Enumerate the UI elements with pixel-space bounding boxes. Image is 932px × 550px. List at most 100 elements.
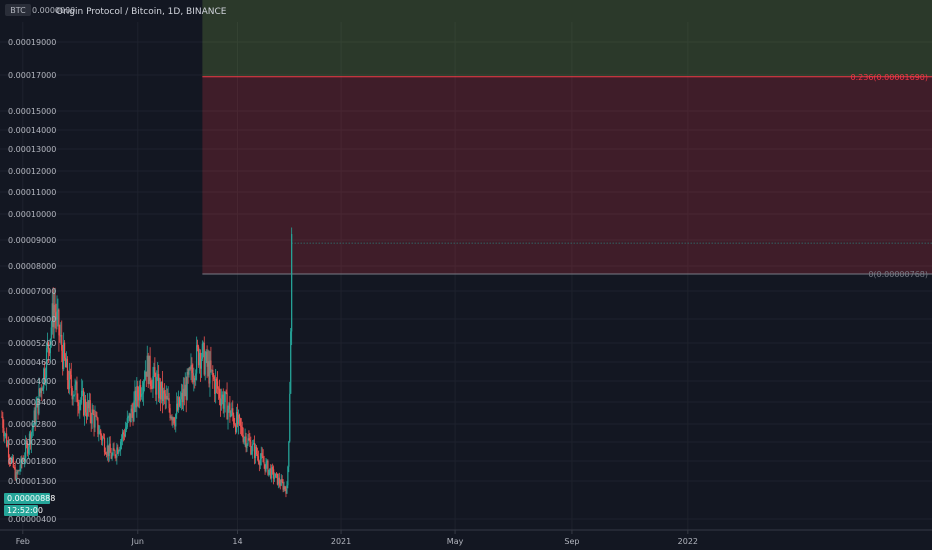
fib-band: [202, 76, 932, 274]
x-tick-label: Sep: [564, 537, 579, 546]
candle-body: [239, 418, 241, 426]
y-tick-label: 0.00001800: [8, 457, 56, 466]
candle-body: [19, 468, 21, 471]
candle-body: [61, 334, 63, 351]
candle-body: [111, 455, 113, 459]
chart-canvas[interactable]: 4.236(0.00017314)3.618(0.00014938)2.618(…: [0, 0, 932, 550]
y-tick-label: 0.00014000: [8, 126, 56, 135]
y-tick-label: 0.00015000: [8, 107, 56, 116]
candle-body: [126, 418, 128, 427]
currency-badge-label: BTC: [10, 6, 26, 15]
y-tick-label: 0.00000400: [8, 515, 56, 524]
candle-body: [74, 384, 76, 395]
candle-body: [69, 371, 71, 375]
candle-body: [27, 446, 30, 454]
candle-body: [248, 438, 250, 441]
candle-body: [255, 446, 258, 455]
candle-body: [223, 402, 225, 409]
candle-body: [98, 433, 100, 435]
y-tick-label: 0.00007000: [8, 287, 56, 296]
candle-body: [212, 369, 214, 377]
fib-level-label: 0(0.00000768): [868, 270, 928, 279]
candle-body: [197, 345, 199, 347]
candle-body: [216, 378, 218, 382]
candle-body: [163, 390, 165, 394]
price-badge-value: 0.00000888: [7, 494, 55, 503]
candle-body: [156, 377, 158, 395]
y-tick-label: 0.00006000: [8, 315, 56, 324]
candle-body: [118, 450, 120, 454]
candle-body: [262, 456, 264, 463]
candle-body: [201, 343, 203, 359]
candle-body: [259, 458, 261, 466]
candle-body: [149, 355, 151, 381]
candle-body: [66, 358, 69, 381]
candle-body: [220, 398, 222, 406]
candle-body: [265, 462, 267, 472]
candle-body: [58, 309, 60, 336]
y-tick-label: 0.00009000: [8, 236, 56, 245]
y-tick-label: 0.00004000: [8, 377, 56, 386]
candle-body: [137, 385, 139, 397]
candle-body: [119, 449, 121, 451]
candle-body: [127, 416, 129, 419]
candle-body: [281, 479, 283, 483]
x-tick-label: 2022: [678, 537, 698, 546]
candle-body: [200, 358, 203, 369]
candle-body: [213, 376, 215, 380]
candle-body: [169, 408, 171, 419]
candle-body: [143, 379, 146, 383]
candle-body: [104, 452, 107, 454]
y-tick-label: 0.00004600: [8, 358, 56, 367]
candle-body: [251, 451, 253, 455]
candle-body: [246, 444, 248, 448]
candle-body: [125, 426, 127, 430]
x-axis: Feb Jun 14 2021 May Sep 2022: [16, 530, 698, 546]
candle-body: [73, 394, 75, 396]
candle-body: [77, 401, 79, 407]
candle-body: [241, 426, 243, 436]
y-axis: 0.00019000 0.00017000 0.00015000 0.00014000…: [8, 38, 56, 524]
y-tick-label: 0.00019000: [8, 38, 56, 47]
candle-body: [249, 440, 251, 442]
candle-body: [31, 428, 33, 433]
y-tick-label: 0.00005200: [8, 339, 56, 348]
fib-extension[interactable]: 4.236(0.00017314)3.618(0.00014938)2.618(…: [202, 0, 932, 279]
candle-body: [42, 388, 44, 391]
candle-body: [191, 364, 193, 374]
candle-body: [114, 450, 116, 457]
candle-body: [287, 466, 289, 486]
candle-body: [50, 327, 52, 339]
candle-body: [97, 417, 99, 434]
candle-body: [168, 398, 170, 409]
candle-body: [195, 373, 197, 380]
candle-body: [210, 360, 212, 371]
candle-body: [96, 415, 98, 418]
candle-body: [152, 376, 154, 389]
candle-body: [150, 380, 152, 387]
candle-body: [252, 444, 254, 452]
candle-body: [273, 469, 275, 479]
candle-body: [72, 395, 74, 400]
candle-body: [64, 342, 66, 358]
candle-body: [175, 414, 177, 427]
candle-body: [284, 486, 286, 490]
candle-body: [54, 305, 56, 313]
candle-body: [227, 409, 229, 420]
candle-body: [232, 408, 234, 416]
x-tick-label: 2021: [331, 537, 351, 546]
candle-body: [179, 399, 182, 406]
candle-body: [196, 345, 198, 374]
y-tick-label: 0.00011000: [8, 188, 56, 197]
candle-body: [80, 399, 82, 403]
candle-body: [224, 391, 226, 403]
fib-band: [202, 0, 932, 77]
candle-body: [113, 448, 115, 451]
candle-body: [92, 409, 94, 415]
candle-body: [173, 417, 175, 424]
y-tick-label: 0.00002800: [8, 420, 56, 429]
y-tick-label: 0.00012000: [8, 167, 56, 176]
candle-body: [186, 371, 188, 400]
candle-body: [216, 381, 219, 389]
countdown-value: 12:52:00: [7, 506, 43, 515]
